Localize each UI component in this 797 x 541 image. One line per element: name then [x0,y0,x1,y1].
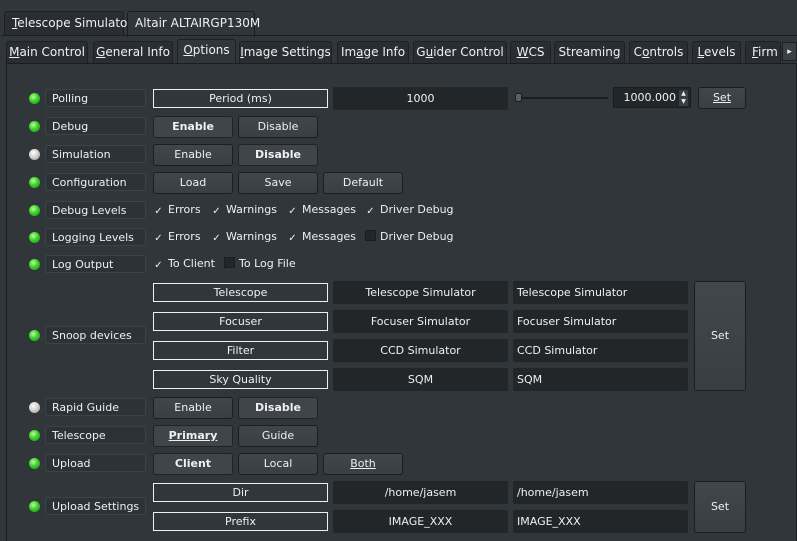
logging-driver-debug-checkbox[interactable]: Driver Debug [365,230,454,243]
upload-label: Upload [45,454,146,472]
upload-dir-name: Dir [153,483,328,502]
upload-dir-value: /home/jasem [333,481,508,504]
polling-set-button[interactable]: Set [698,87,746,109]
upload-settings-label: Upload Settings [45,497,146,515]
tab-options[interactable]: Options [177,39,236,64]
upload-dir-input[interactable]: /home/jasem [513,481,688,504]
snoop-sky-quality-value: SQM [333,368,508,391]
tab-general-info[interactable]: General Info [93,41,173,63]
tab-scroll-right-icon[interactable]: ▸ [782,42,797,61]
debug-warnings-checkbox[interactable]: ✓ Warnings [211,203,277,217]
upload-prefix-name: Prefix [153,512,328,531]
debug-enable-button[interactable]: Enable [153,116,233,138]
check-icon: ✓ [366,206,375,217]
logging-messages-checkbox[interactable]: ✓ Messages [287,230,356,244]
upload-local-button[interactable]: Local [238,453,318,475]
debug-label: Debug [45,117,146,135]
upload-settings-status-icon [29,501,40,512]
tab-telescope-simulator[interactable]: Telescope Simulator [4,11,132,35]
upload-status-icon [29,458,40,469]
debug-levels-label: Debug Levels [45,201,146,219]
polling-slider-track[interactable] [518,97,608,99]
debug-driver-debug-checkbox[interactable]: ✓ Driver Debug [365,203,453,217]
check-icon: ✓ [154,206,163,217]
upload-prefix-value: IMAGE_XXX [333,510,508,533]
upload-prefix-input[interactable]: IMAGE_XXX [513,510,688,533]
log-to-file-checkbox[interactable]: To Log File [224,257,296,270]
config-load-button[interactable]: Load [153,172,233,194]
logging-errors-checkbox[interactable]: ✓ Errors [153,230,200,244]
upload-both-button[interactable]: Both [323,453,403,475]
debug-status-icon [29,121,40,132]
polling-status-icon [29,93,40,104]
check-icon: ✓ [154,260,163,271]
device-tab-divider [2,35,797,36]
upload-settings-set-button[interactable]: Set [694,481,746,533]
tab-streaming[interactable]: Streaming [554,41,625,63]
simulation-label: Simulation [45,145,146,163]
snoop-focuser-name: Focuser [153,312,328,331]
check-icon: ✓ [288,233,297,244]
rapid-guide-label: Rapid Guide [45,398,146,416]
log-output-status-icon [29,259,40,270]
debug-levels-status-icon [29,205,40,216]
configuration-label: Configuration [45,173,146,191]
polling-label: Polling [45,89,146,107]
debug-disable-button[interactable]: Disable [238,116,318,138]
rapid-guide-status-icon [29,402,40,413]
snoop-filter-value: CCD Simulator [333,339,508,362]
snoop-filter-input[interactable]: CCD Simulator [513,339,688,362]
snoop-focuser-input[interactable]: Focuser Simulator [513,310,688,333]
telescope-guide-button[interactable]: Guide [238,425,318,447]
simulation-status-icon [29,149,40,160]
rapid-guide-enable-button[interactable]: Enable [153,397,233,419]
telescope-status-icon [29,430,40,441]
rapid-guide-disable-button[interactable]: Disable [238,397,318,419]
snoop-label: Snoop devices [45,326,146,344]
config-save-button[interactable]: Save [238,172,318,194]
log-to-client-checkbox[interactable]: ✓ To Client [153,257,215,271]
snoop-telescope-input[interactable]: Telescope Simulator [513,281,688,304]
spin-down-icon[interactable]: ▼ [679,98,688,106]
polling-slider-handle[interactable] [515,93,522,102]
logging-levels-label: Logging Levels [45,228,146,246]
debug-messages-checkbox[interactable]: ✓ Messages [287,203,356,217]
logging-levels-status-icon [29,232,40,243]
check-icon: ✓ [288,206,297,217]
snoop-sky-quality-name: Sky Quality [153,370,328,389]
telescope-label: Telescope [45,426,146,444]
polling-current-value: 1000 [333,87,508,110]
check-icon: ✓ [154,233,163,244]
simulation-enable-button[interactable]: Enable [153,144,233,166]
snoop-filter-name: Filter [153,341,328,360]
tab-altair-device[interactable]: Altair ALTAIRGP130M [127,11,260,37]
log-output-label: Log Output [45,255,146,273]
snoop-status-icon [29,330,40,341]
telescope-primary-button[interactable]: Primary [153,425,233,447]
spin-up-icon[interactable]: ▲ [679,90,688,98]
tab-levels[interactable]: Levels [692,41,741,63]
debug-errors-checkbox[interactable]: ✓ Errors [153,203,200,217]
upload-client-button[interactable]: Client [153,453,233,475]
configuration-status-icon [29,177,40,188]
tab-guider-control[interactable]: Guider Control [413,41,507,63]
check-icon: ✓ [212,206,221,217]
tab-main-control[interactable]: Main Control [6,41,88,63]
tab-image-info[interactable]: Image Info [337,41,409,63]
tab-firmware[interactable]: Firm [745,41,781,63]
logging-warnings-checkbox[interactable]: ✓ Warnings [211,230,277,244]
tab-controls[interactable]: Controls [629,41,688,63]
snoop-focuser-value: Focuser Simulator [333,310,508,333]
simulation-disable-button[interactable]: Disable [238,144,318,166]
polling-spinbox[interactable]: 1000.000 ▲ ▼ [613,87,691,108]
tab-image-settings[interactable]: Image Settings [239,41,332,63]
snoop-set-button[interactable]: Set [694,281,746,391]
snoop-telescope-value: Telescope Simulator [333,281,508,304]
config-default-button[interactable]: Default [323,172,403,194]
tab-wcs[interactable]: WCS [510,41,551,63]
snoop-sky-quality-input[interactable]: SQM [513,368,688,391]
polling-field-name: Period (ms) [153,89,328,108]
check-icon: ✓ [212,233,221,244]
snoop-telescope-name: Telescope [153,283,328,302]
